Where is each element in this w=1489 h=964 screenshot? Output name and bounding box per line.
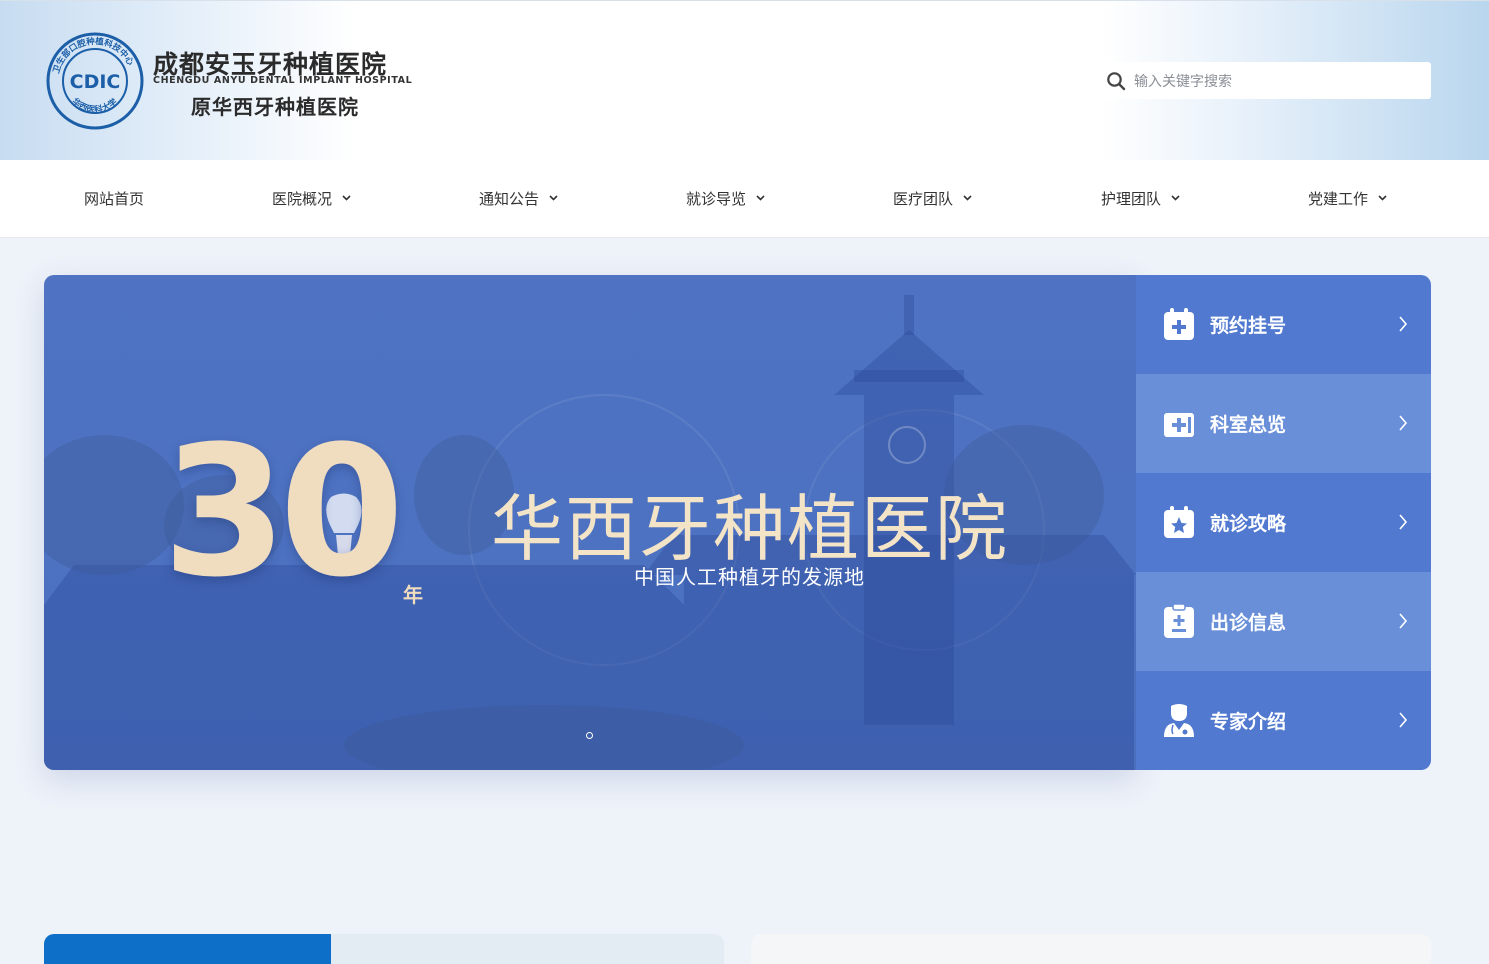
nav-item-5[interactable]: 医疗团队 — [893, 160, 972, 238]
chevron-right-icon — [1399, 712, 1408, 728]
quick-link-label: 出诊信息 — [1210, 612, 1287, 634]
carousel-dot[interactable] — [586, 732, 593, 739]
quick-link-appointment[interactable]: 预约挂号 — [1136, 275, 1431, 374]
svg-text:华西医科大学: 华西医科大学 — [70, 96, 120, 116]
chevron-right-icon — [1399, 415, 1408, 431]
calendar-plus-icon — [1164, 308, 1194, 340]
nav-item-3[interactable]: 通知公告 — [479, 160, 558, 238]
banner-number-suffix: 年 — [403, 583, 423, 607]
hospital-subtitle: 原华西牙种植医院 — [191, 95, 359, 119]
chevron-down-icon — [1378, 194, 1387, 201]
quick-link-label: 预约挂号 — [1210, 315, 1287, 337]
nav-item-label: 就诊导览 — [686, 190, 747, 208]
calendar-star-icon — [1164, 506, 1194, 538]
hero-banner[interactable]: 30 年 华西牙种植医院 中国人工种植牙的发源地 — [44, 275, 1136, 770]
logo-letters: CDIC — [70, 71, 121, 93]
doctor-icon — [1164, 704, 1194, 737]
nav-item-label: 网站首页 — [84, 190, 145, 208]
site-header: 卫生部口腔种植科技中心 华西医科大学 CDIC 成都安玉牙种植医院 CHENGD… — [0, 0, 1489, 160]
nav-item-label: 医院概况 — [272, 190, 333, 208]
news-card — [44, 934, 724, 964]
search-icon[interactable] — [1106, 71, 1126, 91]
nav-item-label: 护理团队 — [1101, 190, 1162, 208]
nav-item-6[interactable]: 护理团队 — [1101, 160, 1180, 238]
nav-item-label: 医疗团队 — [893, 190, 954, 208]
search-input[interactable] — [1132, 62, 1426, 101]
quick-link-label: 专家介绍 — [1210, 711, 1287, 733]
quick-link-guide[interactable]: 就诊攻略 — [1136, 473, 1431, 572]
news-tab-active[interactable] — [44, 934, 331, 964]
chevron-right-icon — [1399, 514, 1408, 530]
hospital-name-en: CHENGDU ANYU DENTAL IMPLANT HOSPITAL — [153, 75, 413, 86]
chevron-right-icon — [1399, 316, 1408, 332]
quick-link-label: 就诊攻略 — [1210, 513, 1287, 535]
hospital-logo-icon[interactable]: 卫生部口腔种植科技中心 华西医科大学 CDIC — [45, 31, 145, 131]
chevron-down-icon — [342, 194, 351, 201]
chevron-right-icon — [1399, 613, 1408, 629]
nav-item-label: 通知公告 — [479, 190, 540, 208]
nav-item-1[interactable]: 网站首页 — [84, 160, 144, 238]
medical-kit-icon — [1164, 413, 1194, 437]
banner-title: 华西牙种植医院 — [491, 487, 1010, 571]
quick-link-departments[interactable]: 科室总览 — [1136, 374, 1431, 473]
notice-card — [751, 934, 1431, 964]
nav-item-4[interactable]: 就诊导览 — [686, 160, 765, 238]
logo-ring-bottom: 华西医科大学 — [70, 96, 120, 116]
quick-link-experts[interactable]: 专家介绍 — [1136, 671, 1431, 770]
chevron-down-icon — [756, 194, 765, 201]
chevron-down-icon — [963, 194, 972, 201]
nav-item-7[interactable]: 党建工作 — [1308, 160, 1387, 238]
nav-item-2[interactable]: 医院概况 — [272, 160, 351, 238]
banner-number: 30 — [162, 408, 404, 617]
quick-link-label: 科室总览 — [1210, 414, 1287, 436]
nav-item-label: 党建工作 — [1308, 190, 1369, 208]
chevron-down-icon — [549, 194, 558, 201]
main-nav: 网站首页 医院概况 通知公告 就诊导览 医疗团队 护理团队 党建工作 — [0, 160, 1489, 238]
chevron-down-icon — [1171, 194, 1180, 201]
quick-link-schedule[interactable]: 出诊信息 — [1136, 572, 1431, 671]
search-box — [1098, 62, 1431, 101]
clipboard-icon — [1164, 604, 1194, 638]
quick-links: 预约挂号 科室总览 就诊攻略 出诊信息 专家介绍 — [1136, 275, 1431, 770]
banner-subtitle: 中国人工种植牙的发源地 — [634, 565, 865, 589]
